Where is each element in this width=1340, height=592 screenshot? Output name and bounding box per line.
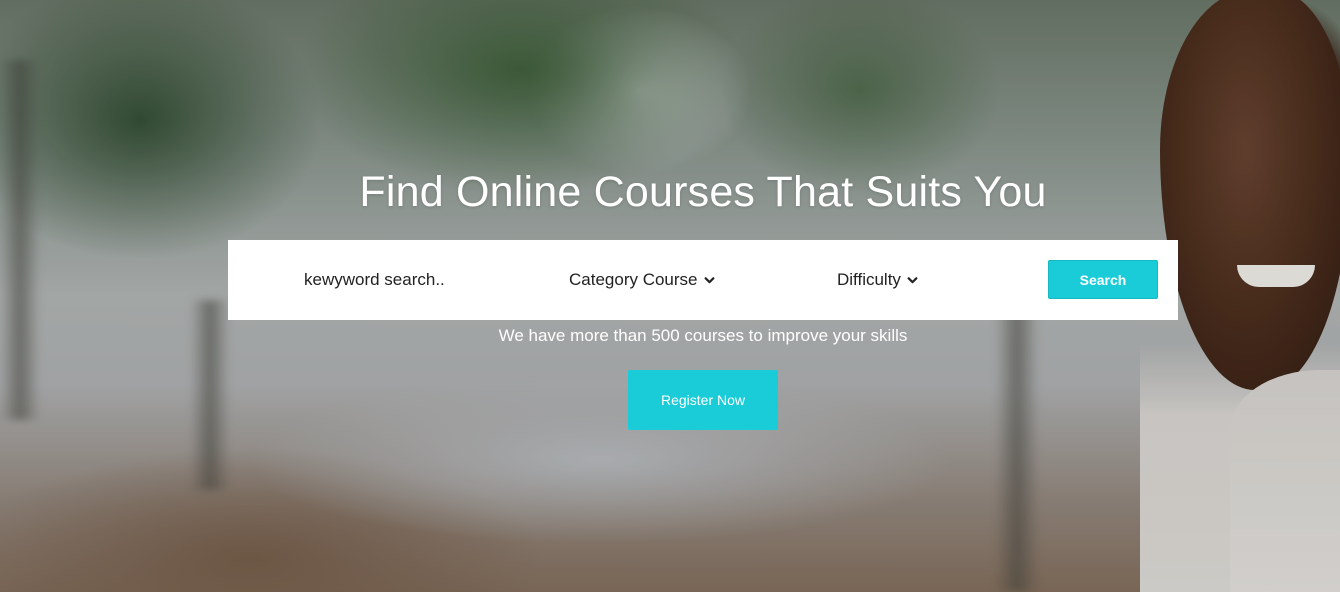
chevron-down-icon: [907, 276, 918, 283]
hero-subtitle: We have more than 500 courses to improve…: [498, 326, 908, 345]
hero-title: Find Online Courses That Suits You: [359, 168, 1047, 216]
course-search-bar: Category Course Difficulty Search: [228, 240, 1178, 320]
difficulty-dropdown-label: Difficulty: [837, 270, 901, 289]
chevron-down-icon: [704, 276, 714, 283]
difficulty-dropdown[interactable]: Difficulty: [837, 267, 918, 293]
search-button[interactable]: Search: [1048, 260, 1158, 299]
hero-section: Find Online Courses That Suits You Categ…: [0, 0, 1340, 592]
category-dropdown-label: Category Course: [569, 270, 698, 289]
register-now-button[interactable]: Register Now: [628, 370, 778, 430]
category-dropdown[interactable]: Category Course: [569, 267, 715, 293]
keyword-search-input[interactable]: [304, 267, 514, 293]
